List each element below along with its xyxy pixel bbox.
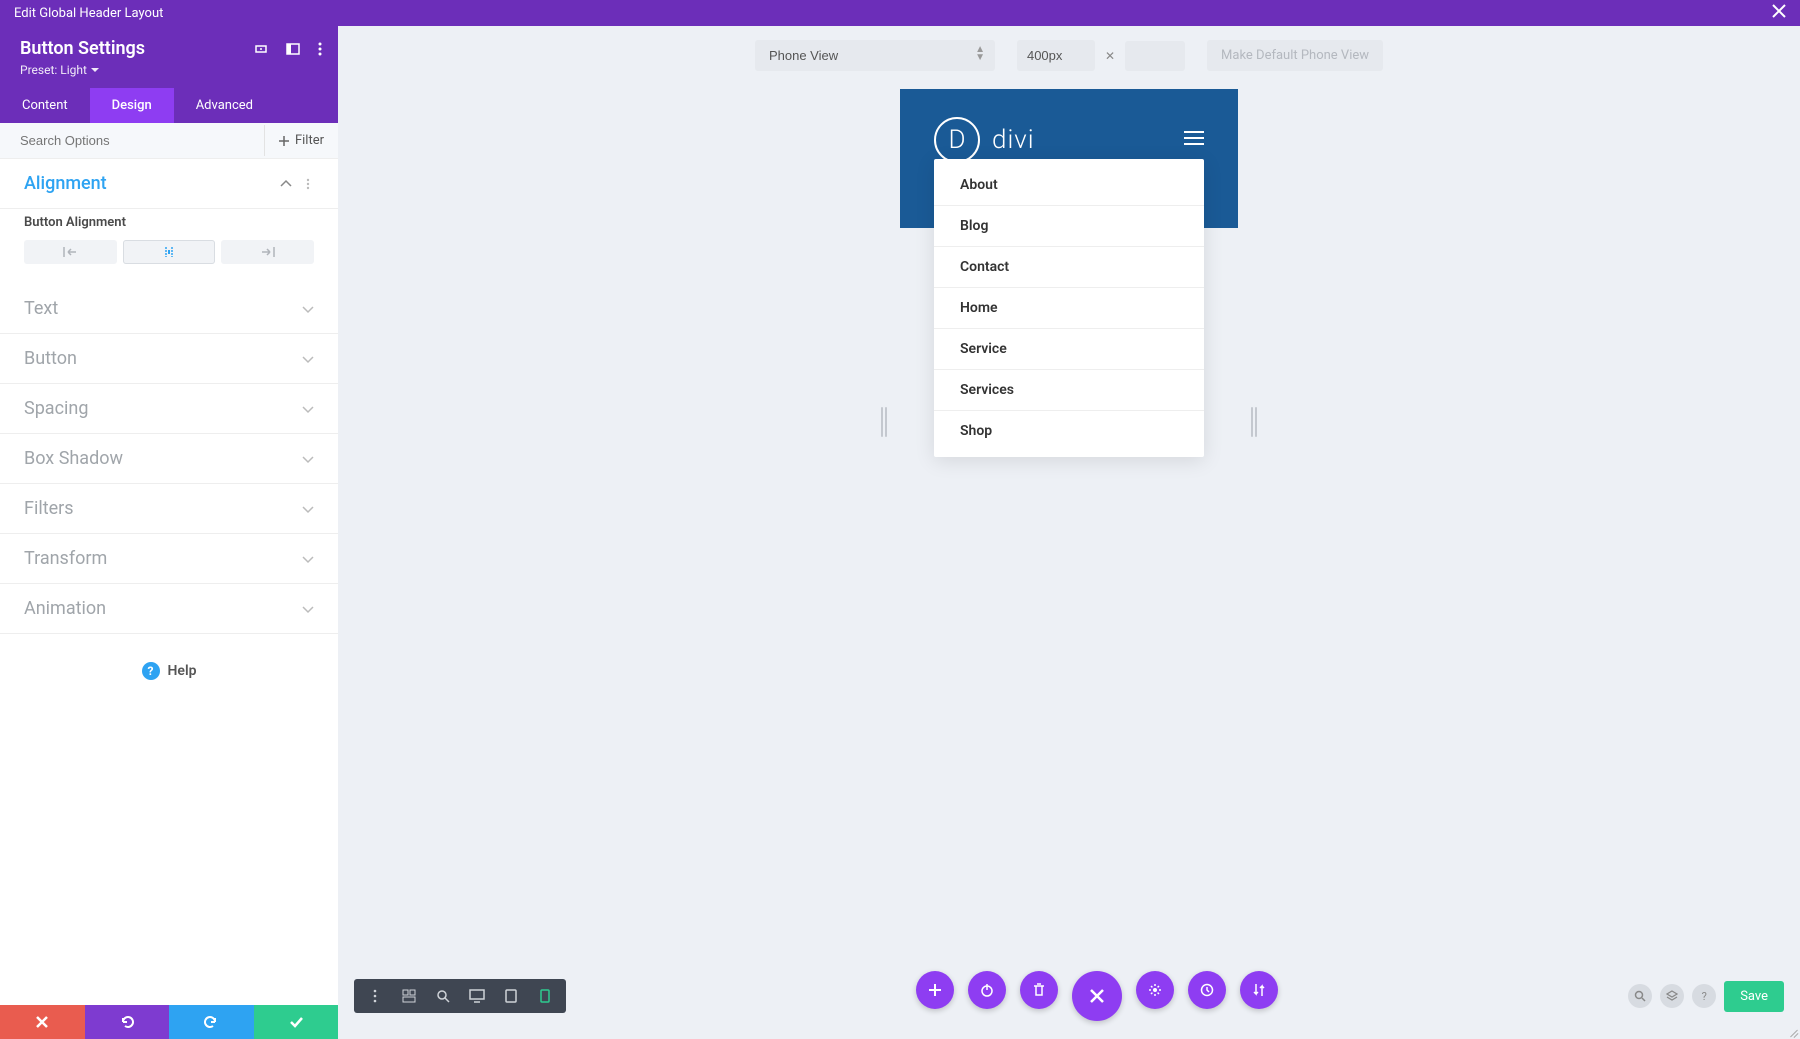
help-link[interactable]: ? Help xyxy=(0,634,338,708)
menu-item[interactable]: Services xyxy=(934,370,1204,411)
button-alignment-label: Button Alignment xyxy=(24,215,314,230)
phone-icon[interactable] xyxy=(534,985,556,1007)
close-icon[interactable] xyxy=(1772,4,1786,22)
make-default-button[interactable]: Make Default Phone View xyxy=(1207,40,1383,71)
menu-item[interactable]: Service xyxy=(934,329,1204,370)
filter-button[interactable]: Filter xyxy=(264,125,338,156)
confirm-button[interactable] xyxy=(254,1005,339,1039)
add-button[interactable] xyxy=(916,971,954,1009)
help-pill-icon[interactable]: ? xyxy=(1692,984,1716,1008)
zoom-icon[interactable] xyxy=(432,985,454,1007)
resize-corner[interactable] xyxy=(1786,1025,1798,1037)
desktop-icon[interactable] xyxy=(466,985,488,1007)
section-transform[interactable]: Transform xyxy=(0,534,338,584)
trash-button[interactable] xyxy=(1020,971,1058,1009)
preview-frame: D divi About Blog Contact Home Service S… xyxy=(900,89,1238,228)
tab-advanced[interactable]: Advanced xyxy=(174,88,275,123)
tab-content[interactable]: Content xyxy=(0,88,90,123)
resize-handle-left[interactable] xyxy=(881,407,887,437)
times-icon: ✕ xyxy=(1105,49,1115,63)
more-icon[interactable] xyxy=(318,42,322,56)
section-filters[interactable]: Filters xyxy=(0,484,338,534)
menu-item[interactable]: Contact xyxy=(934,247,1204,288)
menu-item[interactable]: Home xyxy=(934,288,1204,329)
menu-item[interactable]: Blog xyxy=(934,206,1204,247)
settings-button[interactable] xyxy=(1136,971,1174,1009)
close-panel-button[interactable] xyxy=(1072,971,1122,1021)
preset-selector[interactable]: Preset: Light xyxy=(20,63,99,77)
redo-button[interactable] xyxy=(169,1005,254,1039)
device-toolbar xyxy=(354,979,566,1013)
settings-sidebar: Button Settings Preset: Light Content De… xyxy=(0,26,338,1039)
cancel-button[interactable] xyxy=(0,1005,85,1039)
align-right-button[interactable] xyxy=(221,240,314,264)
dropdown-menu: About Blog Contact Home Service Services… xyxy=(934,159,1204,457)
layers-pill-icon[interactable] xyxy=(1660,984,1684,1008)
power-button[interactable] xyxy=(968,971,1006,1009)
hamburger-icon[interactable] xyxy=(1184,131,1204,145)
site-logo[interactable]: D divi xyxy=(934,117,1035,163)
width-input[interactable] xyxy=(1017,40,1095,71)
align-center-button[interactable] xyxy=(123,240,216,264)
section-spacing[interactable]: Spacing xyxy=(0,384,338,434)
view-mode-select[interactable]: Phone View ▲▼ xyxy=(755,40,995,71)
height-input[interactable] xyxy=(1125,41,1185,71)
wireframe-icon[interactable] xyxy=(398,985,420,1007)
search-pill-icon[interactable] xyxy=(1628,984,1652,1008)
page-title: Edit Global Header Layout xyxy=(14,6,163,21)
history-button[interactable] xyxy=(1188,971,1226,1009)
sort-button[interactable] xyxy=(1240,971,1278,1009)
menu-item[interactable]: Shop xyxy=(934,411,1204,451)
section-button[interactable]: Button xyxy=(0,334,338,384)
tab-design[interactable]: Design xyxy=(90,88,174,123)
menu-item[interactable]: About xyxy=(934,165,1204,206)
align-left-button[interactable] xyxy=(24,240,117,264)
resize-handle-right[interactable] xyxy=(1251,407,1257,437)
save-button[interactable]: Save xyxy=(1724,981,1784,1012)
undo-button[interactable] xyxy=(85,1005,170,1039)
help-icon: ? xyxy=(142,662,160,680)
toolbar-more-icon[interactable] xyxy=(364,985,386,1007)
section-box-shadow[interactable]: Box Shadow xyxy=(0,434,338,484)
search-input[interactable] xyxy=(0,123,264,158)
section-text[interactable]: Text xyxy=(0,284,338,334)
section-animation[interactable]: Animation xyxy=(0,584,338,634)
sidebar-toggle-icon[interactable] xyxy=(286,42,300,56)
expand-icon[interactable] xyxy=(254,42,268,56)
section-alignment[interactable]: Alignment xyxy=(0,159,338,209)
tablet-icon[interactable] xyxy=(500,985,522,1007)
